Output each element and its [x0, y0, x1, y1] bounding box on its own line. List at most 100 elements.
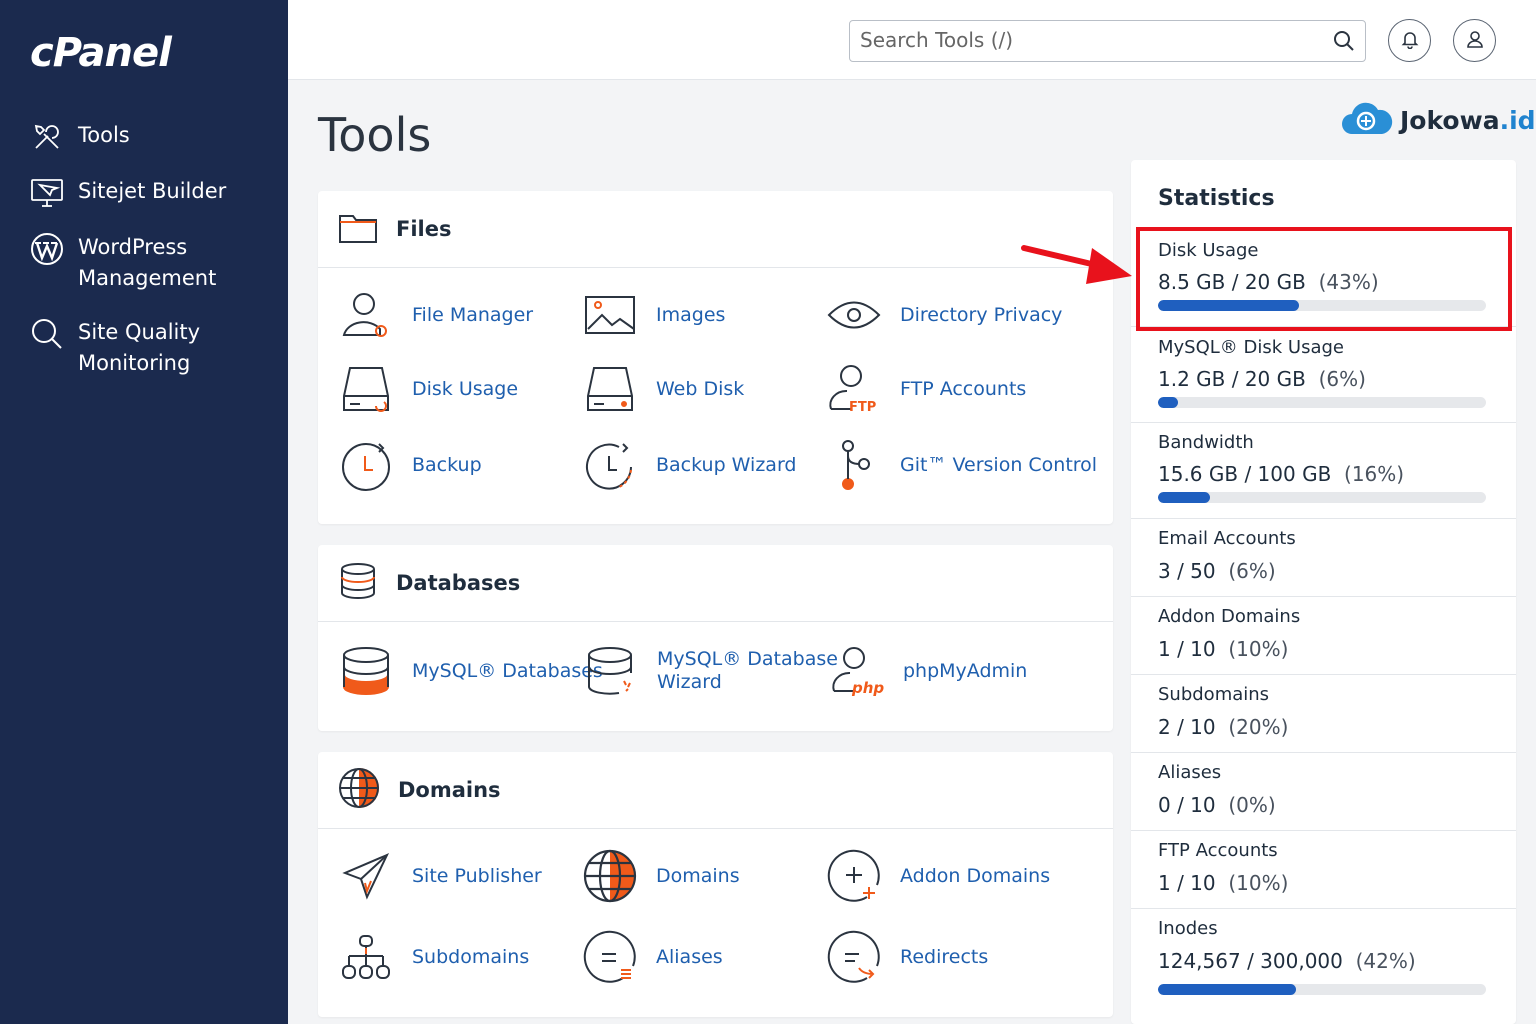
tool-redirects[interactable]: Redirects — [826, 929, 988, 985]
tool-site-publisher[interactable]: Site Publisher — [338, 848, 542, 904]
tool-phpmyadmin[interactable]: php phpMyAdmin — [829, 643, 1027, 699]
brand-suffix: .id — [1499, 105, 1536, 135]
tool-label: Redirects — [900, 945, 989, 968]
stat-label: Addon Domains — [1158, 606, 1301, 627]
disk-icon — [338, 361, 394, 417]
sitemap-icon — [338, 929, 394, 985]
tool-label: FTP Accounts — [900, 377, 1027, 400]
file-manager-icon — [338, 287, 394, 343]
tool-directory-privacy[interactable]: Directory Privacy — [826, 287, 1062, 343]
database-wizard-icon — [583, 643, 639, 699]
search-input[interactable] — [850, 21, 1310, 59]
search-icon[interactable] — [1333, 30, 1355, 56]
stat-inodes[interactable]: Inodes 124,567 / 300,000 (42%) — [1131, 909, 1516, 1024]
sidebar-item-wordpress[interactable]: WordPress Management — [30, 232, 216, 294]
sidebar-item-label: Site Quality Monitoring — [78, 320, 201, 375]
stat-progress-bar — [1158, 492, 1486, 503]
aliases-icon — [582, 929, 638, 985]
bell-icon — [1400, 29, 1420, 53]
stat-progress-bar — [1158, 984, 1486, 995]
brand-name: Jokowa.id — [1400, 105, 1536, 135]
tool-ftp-accounts[interactable]: FTP FTP Accounts — [826, 361, 1026, 417]
stat-value: 0 / 10 (0%) — [1158, 793, 1276, 817]
redirect-icon — [826, 929, 882, 985]
svg-text:php: php — [851, 679, 884, 697]
tool-backup[interactable]: Backup — [338, 437, 482, 493]
page-title: Tools — [318, 108, 432, 162]
wordpress-icon — [30, 232, 64, 266]
eye-icon — [826, 287, 882, 343]
files-section: Files File Manager Images Directory Priv… — [318, 191, 1113, 524]
user-icon — [1465, 29, 1485, 53]
tool-mysql-database-wizard[interactable]: MySQL® Database Wizard — [583, 643, 838, 699]
sidebar-item-sitejet[interactable]: Sitejet Builder — [30, 176, 226, 210]
ftp-user-icon: FTP — [826, 361, 882, 417]
cpanel-logo[interactable]: cPanel — [30, 30, 172, 76]
section-title: Files — [396, 217, 452, 241]
tools-icon — [30, 120, 64, 154]
stat-progress-bar — [1158, 397, 1486, 408]
clock-icon — [338, 437, 394, 493]
stat-bandwidth[interactable]: Bandwidth 15.6 GB / 100 GB (16%) — [1131, 423, 1516, 519]
tool-label: Disk Usage — [412, 377, 519, 400]
tool-aliases[interactable]: Aliases — [582, 929, 723, 985]
tool-backup-wizard[interactable]: Backup Wizard — [582, 437, 797, 493]
web-disk-icon — [582, 361, 638, 417]
sitejet-icon — [30, 176, 64, 210]
stat-subdomains[interactable]: Subdomains 2 / 10 (20%) — [1131, 675, 1516, 753]
add-circle-icon — [826, 848, 882, 904]
sidebar-item-label: Sitejet Builder — [78, 179, 227, 203]
stat-mysql-disk-usage[interactable]: MySQL® Disk Usage 1.2 GB / 20 GB (6%) — [1131, 327, 1516, 423]
tool-web-disk[interactable]: Web Disk — [582, 361, 744, 417]
tool-mysql-databases[interactable]: MySQL® Databases — [338, 643, 603, 699]
notifications-button[interactable] — [1388, 19, 1431, 62]
sidebar-item-label: Tools — [78, 123, 130, 147]
git-branch-icon — [826, 437, 882, 493]
domains-section: Domains Site Publisher Domains Addon Dom… — [318, 752, 1113, 1017]
stat-addon-domains[interactable]: Addon Domains 1 / 10 (10%) — [1131, 597, 1516, 675]
brand-logo: Jokowa.id — [1340, 100, 1536, 140]
tool-label: phpMyAdmin — [903, 659, 1028, 682]
stat-value: 2 / 10 (20%) — [1158, 715, 1289, 739]
tool-disk-usage[interactable]: Disk Usage — [338, 361, 518, 417]
section-title: Domains — [398, 778, 501, 802]
tool-label: Web Disk — [656, 377, 745, 400]
files-section-header[interactable]: Files — [318, 191, 1113, 268]
stat-aliases[interactable]: Aliases 0 / 10 (0%) — [1131, 753, 1516, 831]
tool-domains[interactable]: Domains — [582, 848, 740, 904]
stat-value: 124,567 / 300,000 (42%) — [1158, 949, 1416, 973]
user-account-button[interactable] — [1453, 19, 1496, 62]
databases-section: Databases MySQL® Databases MySQL® Databa… — [318, 545, 1113, 731]
tool-label: Directory Privacy — [900, 303, 1063, 326]
stat-label: Subdomains — [1158, 684, 1270, 705]
tool-label: Domains — [656, 864, 740, 887]
domains-section-header[interactable]: Domains — [318, 752, 1113, 829]
tool-label: MySQL® Database Wizard — [657, 648, 838, 693]
sidebar: cPanel Tools Sitejet Builder WordPress M… — [0, 0, 288, 1024]
folder-icon — [338, 210, 378, 248]
cloud-icon — [1340, 100, 1394, 140]
tool-label: Subdomains — [412, 945, 530, 968]
tool-label: File Manager — [412, 303, 534, 326]
tool-images[interactable]: Images — [582, 287, 725, 343]
disk-usage-highlight-box — [1136, 227, 1512, 331]
sidebar-item-site-quality[interactable]: Site Quality Monitoring — [30, 317, 200, 379]
tool-file-manager[interactable]: File Manager — [338, 287, 533, 343]
stat-label: Bandwidth — [1158, 432, 1254, 453]
magnifier-icon — [30, 317, 64, 351]
tool-git-version-control[interactable]: Git™ Version Control — [826, 437, 1097, 493]
paper-plane-icon — [338, 848, 394, 904]
stat-ftp-accounts[interactable]: FTP Accounts 1 / 10 (10%) — [1131, 831, 1516, 909]
sidebar-item-tools[interactable]: Tools — [30, 120, 130, 154]
tool-subdomains[interactable]: Subdomains — [338, 929, 529, 985]
stat-value: 1.2 GB / 20 GB (6%) — [1158, 367, 1366, 391]
stat-email-accounts[interactable]: Email Accounts 3 / 50 (6%) — [1131, 519, 1516, 597]
stat-progress-fill — [1158, 397, 1178, 408]
databases-section-header[interactable]: Databases — [318, 545, 1113, 622]
stat-progress-fill — [1158, 984, 1296, 995]
tool-addon-domains[interactable]: Addon Domains — [826, 848, 1050, 904]
tool-label: Site Publisher — [412, 864, 542, 887]
stat-value: 3 / 50 (6%) — [1158, 559, 1276, 583]
tool-label: Backup — [412, 453, 482, 476]
search-box[interactable] — [849, 20, 1366, 62]
